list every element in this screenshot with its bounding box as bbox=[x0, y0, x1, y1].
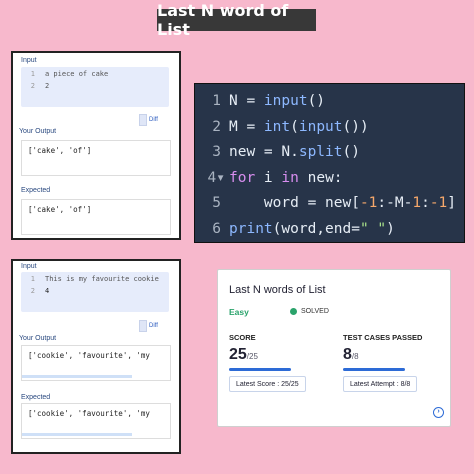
output-box[interactable]: ['cookie', 'favourite', 'my bbox=[21, 345, 171, 381]
problem-title: Last N words of List bbox=[229, 284, 326, 296]
code-token: ] bbox=[447, 195, 457, 211]
input-label: Input bbox=[21, 57, 37, 64]
code-line: 1 N = input() bbox=[195, 89, 325, 113]
code-token: M = bbox=[229, 118, 264, 135]
input-area[interactable]: 1 This is my favourite cookie 24 bbox=[21, 272, 169, 312]
latest-score-chip: Latest Score : 25/25 bbox=[229, 376, 306, 392]
code-token: i bbox=[255, 169, 282, 186]
input-area[interactable]: 1a piece of cake 22 bbox=[21, 67, 169, 107]
code-token: ()) bbox=[342, 118, 369, 135]
tests-label: TEST CASES PASSED bbox=[343, 333, 423, 342]
expected-label: Expected bbox=[21, 187, 51, 194]
output-box: ['cake', 'of'] bbox=[21, 140, 171, 176]
test-case-panel-2: Input 1 This is my favourite cookie 24 Di… bbox=[11, 259, 181, 454]
tests-progress-bar bbox=[343, 368, 405, 371]
code-token: : bbox=[421, 195, 430, 211]
code-token: new = N. bbox=[229, 144, 299, 160]
code-line: 6 print (word,end= " ") bbox=[195, 217, 395, 241]
code-token: input bbox=[298, 118, 343, 135]
page-title: Last N word of List bbox=[157, 1, 316, 39]
code-token: () bbox=[307, 93, 326, 109]
result-card: Last N words of List Easy SOLVED SCORE 2… bbox=[217, 269, 451, 427]
code-token: " " bbox=[359, 220, 387, 237]
code-token: :-M- bbox=[377, 195, 413, 211]
score-label: SCORE bbox=[229, 333, 256, 342]
code-token: int bbox=[263, 118, 291, 135]
code-token: -1 bbox=[359, 195, 378, 211]
code-token: split bbox=[298, 144, 343, 160]
status-text: SOLVED bbox=[301, 308, 329, 315]
output-value: ['cookie', 'favourite', 'my bbox=[28, 351, 150, 360]
code-token: ) bbox=[386, 220, 395, 237]
code-token: print bbox=[229, 220, 273, 237]
line-number: 4▾ bbox=[207, 169, 225, 186]
code-token: (word,end= bbox=[272, 220, 360, 237]
line-number: 6 bbox=[212, 220, 221, 237]
difficulty-badge: Easy bbox=[229, 307, 249, 317]
score-value: 25/25 bbox=[229, 346, 258, 363]
diff-checkbox[interactable] bbox=[139, 114, 147, 126]
output-label: Your Output bbox=[19, 335, 57, 342]
diff-toggle[interactable]: Diff bbox=[139, 319, 165, 333]
line-number: 5 bbox=[212, 195, 221, 211]
code-token: 1 bbox=[412, 195, 422, 211]
code-token: for bbox=[229, 169, 256, 186]
latest-attempt-chip: Latest Attempt : 8/8 bbox=[343, 376, 418, 392]
code-token: input bbox=[263, 93, 308, 109]
input-line: 1 This is my favourite cookie bbox=[30, 275, 159, 283]
output-label: Your Output bbox=[19, 128, 57, 135]
input-line: 22 bbox=[30, 82, 50, 90]
test-case-panel-1: Input 1a piece of cake 22 Diff Your Outp… bbox=[11, 51, 181, 240]
code-editor[interactable]: 1N = input() 2 M = int(input()) 3 new = N. sp… bbox=[194, 83, 465, 243]
diff-toggle[interactable]: Diff bbox=[139, 113, 165, 127]
code-token: () bbox=[342, 144, 360, 160]
code-token: -1 bbox=[429, 195, 448, 211]
diff-checkbox[interactable] bbox=[139, 320, 147, 332]
expected-label: Expected bbox=[21, 394, 51, 401]
diff-label: Diff bbox=[149, 117, 158, 123]
output-value: ['cake', 'of'] bbox=[28, 146, 92, 155]
code-token: word = new[ bbox=[229, 195, 360, 211]
horizontal-scrollbar[interactable] bbox=[22, 433, 132, 436]
horizontal-scrollbar[interactable] bbox=[22, 375, 132, 378]
score-progress-bar bbox=[229, 368, 291, 371]
line-number: 1 bbox=[212, 93, 221, 109]
arrow-right-icon[interactable]: › bbox=[433, 407, 444, 418]
code-line: 2 M = int(input()) bbox=[195, 115, 369, 139]
code-token: N = bbox=[229, 93, 264, 109]
expected-value: ['cookie', 'favourite', 'my bbox=[28, 409, 150, 418]
expected-box[interactable]: ['cookie', 'favourite', 'my bbox=[21, 403, 171, 439]
code-token: in bbox=[281, 169, 299, 186]
code-token: new: bbox=[298, 169, 343, 186]
input-line: 24 bbox=[30, 287, 50, 295]
code-line: 5 word = new[-1:-M- 1: -1] bbox=[195, 191, 456, 215]
tests-value: 8/8 bbox=[343, 346, 359, 363]
code-line: 4▾ for i in new: bbox=[195, 166, 343, 190]
code-line: 3 new = N. split() bbox=[195, 140, 360, 164]
code-token: ( bbox=[290, 118, 299, 135]
diff-label: Diff bbox=[149, 323, 158, 329]
input-label: Input bbox=[21, 263, 37, 270]
input-line: 1a piece of cake bbox=[30, 70, 109, 78]
expected-value: ['cake', 'of'] bbox=[28, 205, 92, 214]
line-number: 3 bbox=[212, 144, 221, 160]
solved-dot-icon bbox=[290, 308, 297, 315]
line-number: 2 bbox=[212, 118, 221, 135]
expected-box: ['cake', 'of'] bbox=[21, 199, 171, 235]
status-badge: SOLVED bbox=[290, 308, 329, 315]
